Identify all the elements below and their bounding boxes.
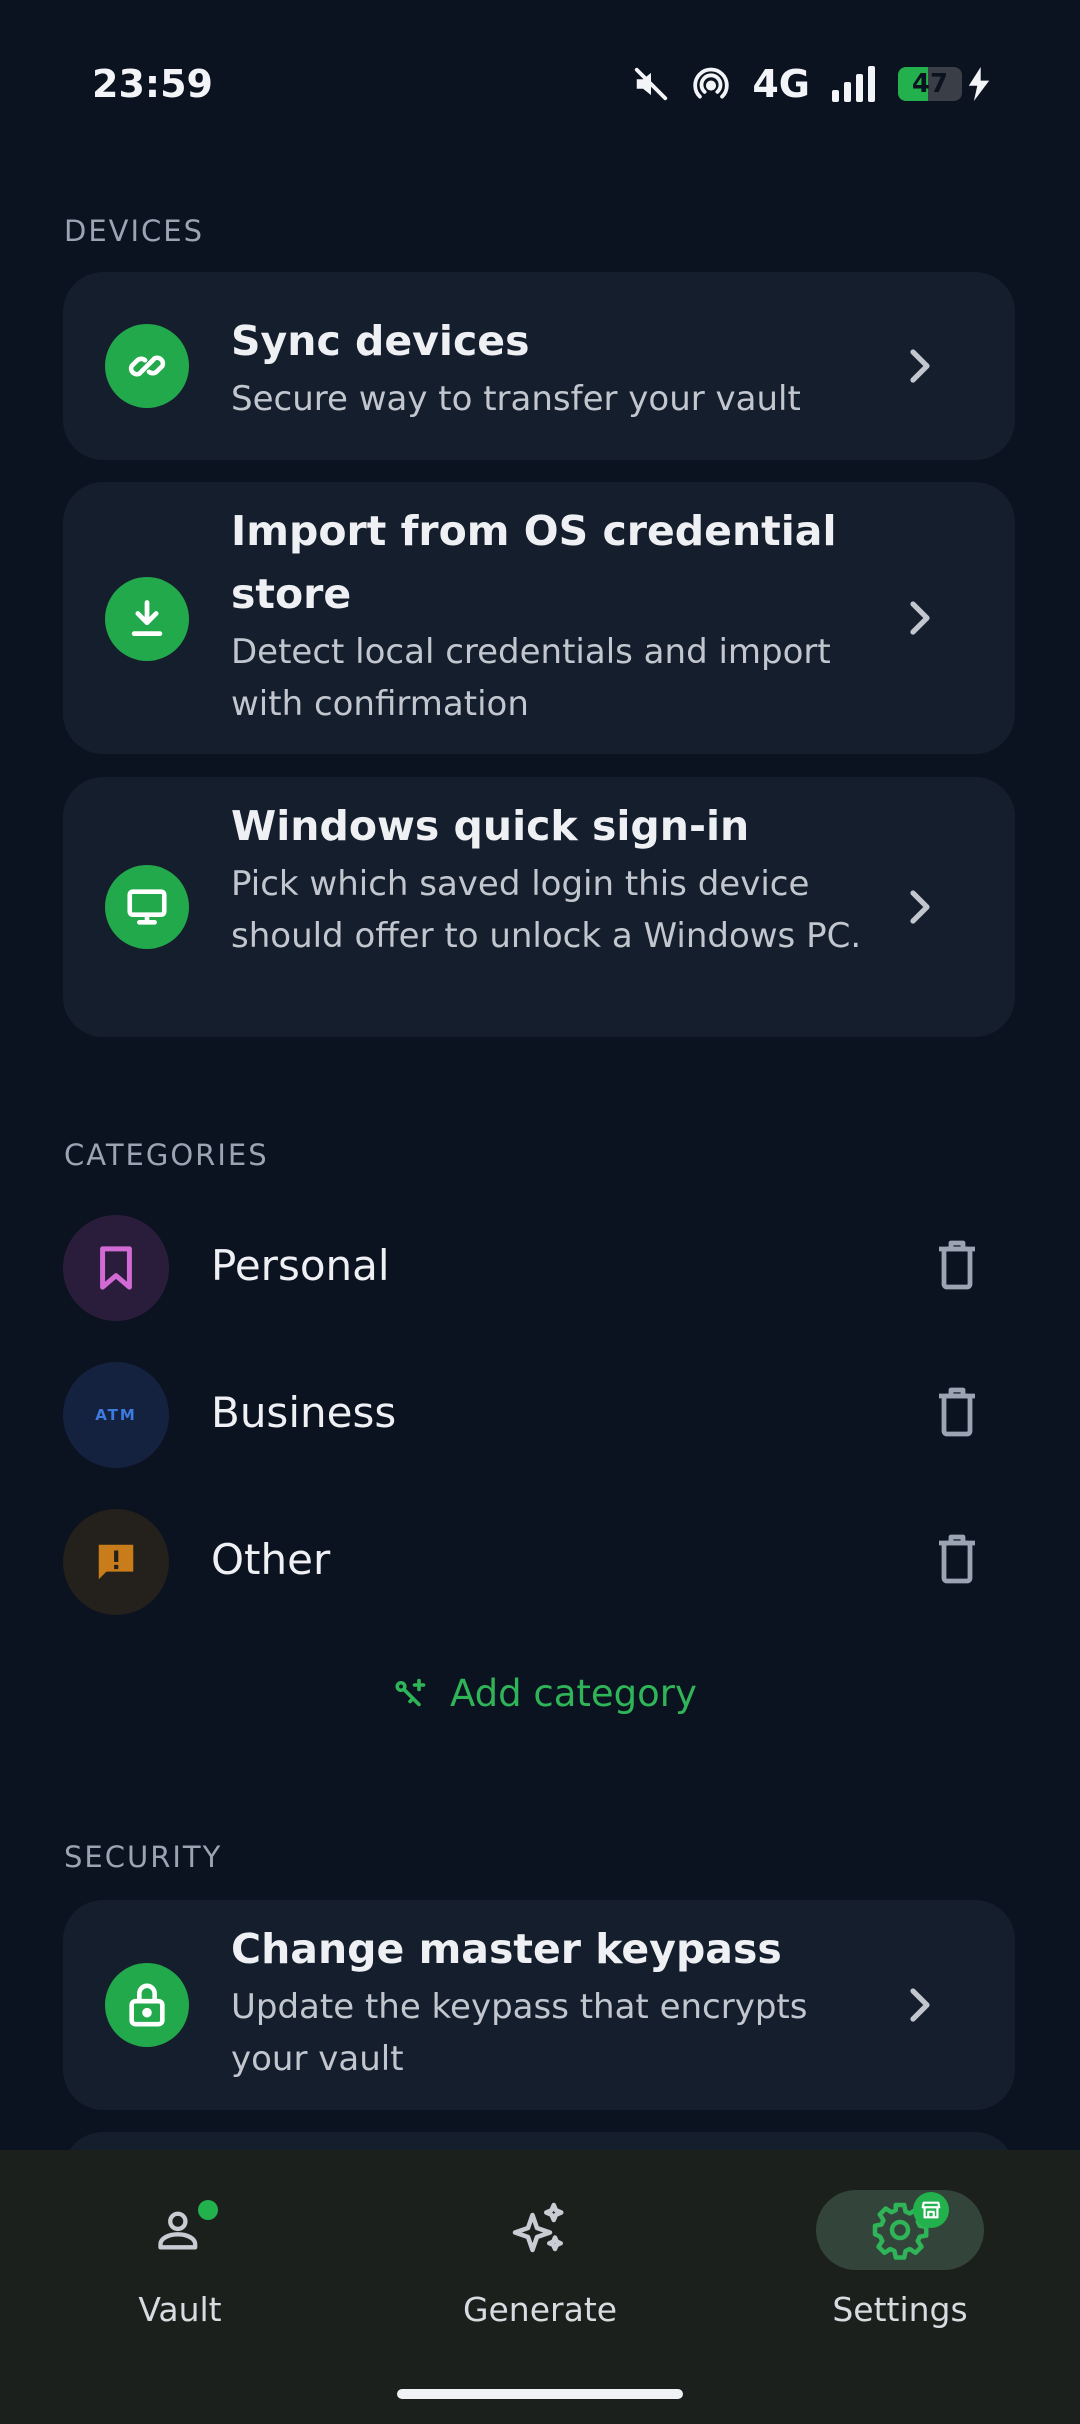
status-time: 23:59: [92, 62, 213, 106]
battery-indicator: 47: [898, 67, 962, 101]
category-label: Personal: [211, 1241, 390, 1290]
delete-icon[interactable]: [937, 1386, 977, 1438]
mute-icon: [635, 67, 668, 101]
card-icon-circle: [105, 324, 189, 408]
category-avatar: ATM: [63, 1362, 169, 1468]
link-icon: [128, 355, 166, 377]
nav-label: Settings: [832, 2290, 968, 2329]
add-category-button[interactable]: Add category: [392, 1672, 697, 1715]
hotspot-icon: [693, 67, 730, 99]
card-subtitle: Secure way to transfer your vault: [231, 379, 801, 419]
status-icons: 4G 47: [632, 62, 990, 106]
windows-quick-signin-card[interactable]: Windows quick sign-in Pick which saved l…: [63, 777, 1015, 1037]
category-row-personal[interactable]: Personal: [63, 1215, 1015, 1321]
status-bar: 23:59 4G 47: [0, 0, 1080, 175]
bookmark-icon: [100, 1246, 132, 1290]
network-type: 4G: [752, 62, 810, 106]
section-title-categories: CATEGORIES: [64, 1138, 269, 1172]
nav-item-settings[interactable]: Settings: [770, 2190, 1030, 2329]
atm-icon: ATM: [95, 1406, 137, 1424]
sparkle-icon: [512, 2202, 564, 2253]
section-title-security: SECURITY: [64, 1840, 223, 1874]
chevron-right-icon: [910, 349, 930, 383]
card-subtitle: Update the keypass that encrypts your va…: [231, 1987, 808, 2079]
card-subtitle: Detect local credentials and import with…: [231, 632, 831, 724]
card-icon-circle: [105, 1963, 189, 2047]
nav-item-generate[interactable]: Generate: [410, 2190, 670, 2329]
card-icon-circle: [105, 865, 189, 949]
monitor-icon: [127, 889, 167, 925]
import-os-credential-card[interactable]: Import from OS credential store Detect l…: [63, 482, 1015, 754]
delete-icon[interactable]: [937, 1533, 977, 1585]
download-icon: [131, 600, 163, 637]
nav-label: Generate: [462, 2290, 618, 2329]
card-subtitle: Pick which saved login this device shoul…: [231, 864, 862, 956]
change-master-keypass-card[interactable]: Change master keypass Update the keypass…: [63, 1900, 1015, 2110]
category-row-business[interactable]: ATM Business: [63, 1362, 1015, 1468]
nav-icon-wrap: [456, 2190, 624, 2270]
card-title: Change master keypass: [231, 1925, 782, 1973]
notification-dot: [198, 2200, 218, 2220]
section-title-devices: DEVICES: [64, 214, 205, 248]
nav-icon-wrap: [96, 2190, 264, 2270]
add-category-icon: [395, 1678, 426, 1706]
category-avatar: [63, 1509, 169, 1615]
chevron-right-icon: [910, 601, 930, 635]
category-avatar: [63, 1215, 169, 1321]
add-category-label: Add category: [450, 1672, 697, 1715]
nav-icon-wrap-active: [816, 2190, 984, 2270]
battery-level: 47: [911, 69, 949, 99]
card-icon-circle: [105, 577, 189, 661]
charging-icon: [968, 67, 990, 101]
signal-icon: [832, 66, 875, 102]
category-row-other[interactable]: Other: [63, 1509, 1015, 1615]
nav-label: Vault: [138, 2290, 222, 2329]
home-indicator[interactable]: [397, 2389, 683, 2399]
category-label: Other: [211, 1535, 331, 1584]
chevron-right-icon: [910, 1988, 930, 2022]
chevron-right-icon: [910, 890, 930, 924]
store-badge-icon: [913, 2192, 949, 2228]
sync-devices-card[interactable]: Sync devices Secure way to transfer your…: [63, 272, 1015, 460]
card-title: Sync devices: [231, 317, 530, 365]
card-title: Windows quick sign-in: [231, 802, 750, 850]
lock-icon: [129, 1983, 165, 2027]
report-icon: [98, 1544, 134, 1580]
card-title: Import from OS credential store: [231, 507, 837, 618]
category-label: Business: [211, 1388, 397, 1437]
svg-text:ATM: ATM: [95, 1406, 137, 1424]
delete-icon[interactable]: [937, 1239, 977, 1291]
nav-item-vault[interactable]: Vault: [50, 2190, 310, 2329]
bottom-navigation: Vault Generate Settings: [0, 2150, 1080, 2424]
